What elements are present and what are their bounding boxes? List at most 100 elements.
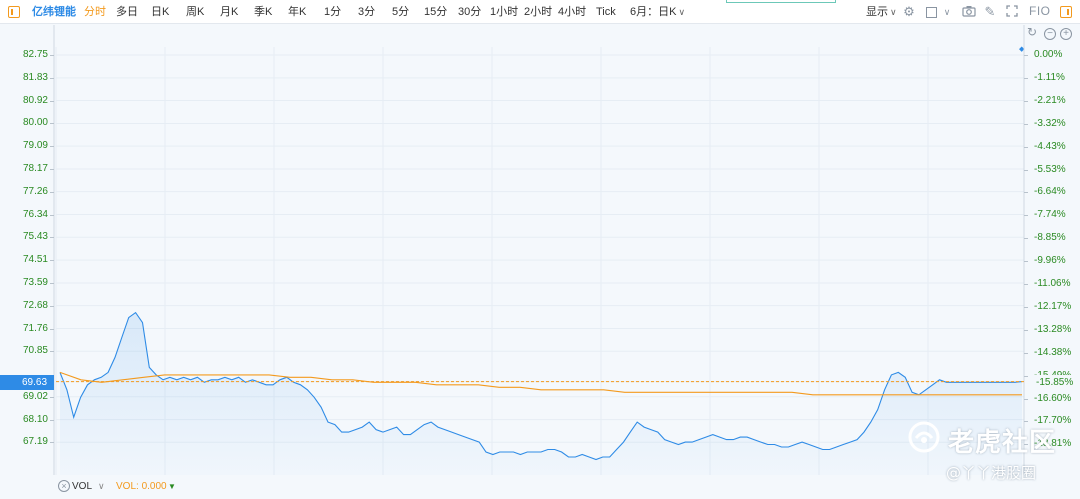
right-tick-mark: [1024, 306, 1028, 308]
stock-list-icon[interactable]: [8, 6, 20, 18]
period-tab-multiday[interactable]: 多日: [116, 4, 138, 20]
period-tab-30min[interactable]: 30分: [458, 4, 481, 20]
close-icon[interactable]: ×: [58, 480, 70, 492]
range-select-value: 6月：日K: [630, 6, 677, 18]
right-tick-mark: [1024, 261, 1028, 263]
left-tick-label: 70.85: [22, 345, 48, 357]
period-tab-tick[interactable]: Tick: [596, 4, 616, 20]
search-box-edge[interactable]: [726, 0, 836, 3]
left-tick-label: 77.26: [22, 185, 48, 197]
chevron-down-icon[interactable]: ∨: [940, 5, 954, 19]
right-tick-label: -3.32%: [1034, 117, 1066, 129]
period-tab-monthly[interactable]: 月K: [220, 4, 238, 20]
right-tick-label: -16.60%: [1034, 392, 1072, 404]
right-tick-label: -9.96%: [1034, 255, 1066, 267]
chevron-down-icon: ∨: [678, 7, 686, 17]
left-tick-mark: [50, 396, 54, 398]
right-tick-label: -14.38%: [1034, 346, 1072, 358]
right-tick-label: -13.28%: [1034, 323, 1072, 335]
period-tab-quarterly[interactable]: 季K: [254, 4, 272, 20]
left-tick-mark: [50, 351, 54, 353]
period-tab-weekly[interactable]: 周K: [186, 4, 204, 20]
chart-canvas: [53, 25, 1025, 475]
right-tick-mark: [1024, 215, 1028, 217]
pencil-icon[interactable]: ✎: [983, 5, 997, 19]
period-tab-1hour[interactable]: 1小时: [490, 4, 518, 20]
period-tab-4hour[interactable]: 4小时: [558, 4, 586, 20]
right-tick-label: -11.06%: [1034, 278, 1071, 289]
watermark-handle: @丫丫港股圈: [946, 464, 1037, 482]
fio-label[interactable]: FIO: [1029, 4, 1051, 18]
chevron-down-icon[interactable]: ∨: [98, 481, 105, 492]
left-tick-mark: [50, 328, 54, 330]
right-tick-mark: [1024, 146, 1028, 148]
left-tick-label: 74.51: [22, 254, 48, 266]
period-tab-15min[interactable]: 15分: [424, 4, 447, 20]
right-tick-mark: [1024, 77, 1028, 79]
left-tick-label: 76.34: [22, 208, 48, 220]
range-select[interactable]: 6月：日K ∨: [630, 4, 685, 20]
price-area-fill: [60, 312, 1022, 475]
left-tick-label: 82.75: [22, 49, 48, 60]
left-tick-label: 67.19: [22, 436, 48, 448]
watermark: 老虎社区 @丫丫港股圈: [906, 420, 1076, 494]
tiger-logo-icon: [908, 421, 940, 453]
left-tick-mark: [50, 146, 54, 148]
period-tab-2hour[interactable]: 2小时: [524, 4, 552, 20]
current-percent-tag: -15.85%: [1030, 374, 1080, 390]
volume-value: VOL: 0.000: [116, 481, 167, 492]
right-tick-label: -1.11%: [1034, 71, 1065, 83]
period-tab-daily[interactable]: 日K: [151, 4, 169, 20]
period-tab-3min[interactable]: 3分: [358, 4, 375, 20]
left-tick-label: 79.09: [22, 140, 48, 152]
chart-toolbar: 亿纬锂能 分时 多日 日K 周K 月K 季K 年K 1分 3分 5分 15分 3…: [0, 0, 1080, 24]
intraday-chart[interactable]: 82.75 81.83 80.92 80.00 79.09 78.17 77.26 76.34…: [0, 25, 1080, 475]
settings-icon[interactable]: ⚙: [902, 5, 916, 19]
left-tick-label: 80.00: [22, 117, 48, 129]
indicator-name[interactable]: VOL: [72, 481, 92, 492]
right-tick-mark: [1024, 123, 1028, 125]
period-tab-1min[interactable]: 1分: [324, 4, 341, 20]
right-tick-label: -8.85%: [1034, 232, 1066, 244]
current-price-tag: 69.63: [0, 374, 54, 390]
right-tick-label: -4.43%: [1034, 140, 1066, 152]
period-tab-intraday[interactable]: 分时: [84, 4, 106, 20]
right-tick-label: -2.21%: [1034, 94, 1066, 106]
left-tick-mark: [50, 419, 54, 421]
right-tick-label: -12.17%: [1034, 300, 1072, 312]
layout-square-icon[interactable]: [926, 7, 937, 18]
right-tick-label: -7.74%: [1034, 209, 1066, 221]
stock-name[interactable]: 亿纬锂能: [32, 4, 76, 20]
side-panel-icon[interactable]: [1060, 6, 1072, 18]
left-tick-label: 71.76: [22, 322, 48, 334]
right-tick-label: 0.00%: [1034, 49, 1063, 60]
right-tick-mark: [1024, 238, 1028, 240]
left-tick-mark: [50, 191, 54, 193]
watermark-title: 老虎社区: [948, 428, 1057, 458]
left-tick-mark: [50, 55, 54, 56]
left-tick-mark: [50, 77, 54, 79]
period-tab-5min[interactable]: 5分: [392, 4, 409, 20]
left-tick-mark: [50, 214, 54, 216]
period-tab-yearly[interactable]: 年K: [288, 4, 306, 20]
volume-indicator-bar: × VOL ∨ VOL: 0.000 ▼: [54, 478, 1024, 496]
right-tick-mark: [1024, 192, 1028, 194]
camera-icon[interactable]: [962, 5, 976, 19]
right-tick-mark: [1024, 55, 1028, 56]
right-tick-mark: [1024, 169, 1028, 171]
right-tick-mark: [1024, 329, 1028, 331]
left-tick-label: 68.10: [22, 413, 48, 425]
chevron-down-icon: ∨: [890, 7, 897, 17]
left-tick-label: 73.59: [22, 277, 48, 288]
display-menu[interactable]: 显示 ∨: [866, 4, 897, 20]
fullscreen-icon[interactable]: [1005, 5, 1019, 19]
triangle-down-icon: ▼: [168, 482, 176, 491]
right-tick-label: -5.53%: [1034, 163, 1066, 175]
left-tick-label: 80.92: [22, 94, 48, 106]
left-tick-label: 69.02: [22, 390, 48, 402]
left-tick-mark: [50, 169, 54, 170]
left-tick-mark: [50, 123, 54, 125]
left-tick-mark: [50, 237, 54, 239]
left-tick-label: 75.43: [22, 231, 48, 243]
left-tick-mark: [50, 260, 54, 262]
